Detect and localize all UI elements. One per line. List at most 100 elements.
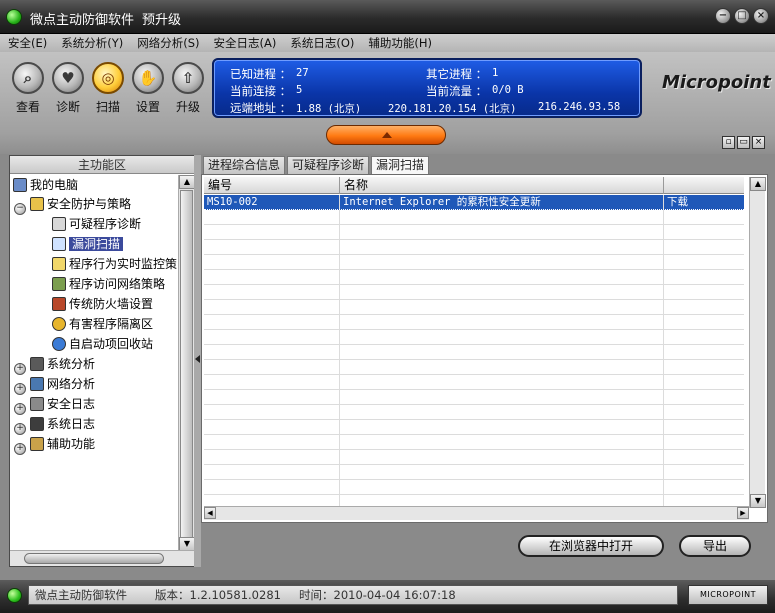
toolbar-settings-label: 设置 (135, 100, 160, 114)
tree-item-system-analysis[interactable]: + 系统分析 (14, 355, 95, 375)
collapse-left-icon[interactable] (195, 355, 200, 363)
column-name[interactable]: 名称 (340, 177, 664, 194)
toolbar-diagnose-button[interactable]: ♥ 诊断 (48, 62, 88, 115)
tree-scroll-thumb[interactable] (180, 190, 193, 540)
menu-system-log[interactable]: 系统日志(O) (290, 35, 354, 51)
tree-item-network-analysis[interactable]: + 网络分析 (14, 375, 95, 395)
status-version: 版本：1.2.10581.0281 (155, 588, 281, 602)
known-process-label: 已知进程 ： (230, 67, 292, 81)
remote-address-1: 1.88 (北京) (296, 103, 362, 115)
status-bar: 微点主动防御软件 版本：1.2.10581.0281 时间：2010-04-04… (0, 580, 775, 613)
menu-system-analysis[interactable]: 系统分析(Y) (61, 35, 123, 51)
other-process-value: 1 (492, 67, 499, 79)
micropoint-badge: MICROPOINT (688, 585, 768, 605)
tree-horizontal-scrollbar[interactable] (10, 550, 194, 566)
menu-security-log[interactable]: 安全日志(A) (214, 35, 277, 51)
other-process-label: 其它进程 ： (426, 67, 488, 81)
scan-icon: ◎ (92, 62, 124, 94)
tree-item-security-policy[interactable]: − 安全防护与策略 (14, 195, 131, 215)
toolbar-settings-button[interactable]: ✋ 设置 (128, 62, 168, 115)
menu-security[interactable]: 安全(E) (8, 35, 47, 51)
scroll-up-icon[interactable]: ▲ (179, 175, 195, 189)
scroll-down-icon[interactable]: ▼ (179, 537, 195, 551)
tree-vertical-scrollbar[interactable]: ▲ ▼ (178, 175, 195, 551)
expand-icon[interactable]: + (14, 383, 26, 395)
tab-process-info[interactable]: 进程综合信息 (203, 156, 286, 174)
expand-icon[interactable]: + (14, 443, 26, 455)
content-tabs: 进程综合信息 可疑程序诊断 漏洞扫描 (203, 156, 430, 175)
table-row (204, 360, 744, 375)
network-analysis-icon (30, 377, 44, 391)
table-row (204, 225, 744, 240)
grid-scroll-left-icon[interactable]: ◀ (204, 507, 216, 519)
status-info: 微点主动防御软件 版本：1.2.10581.0281 时间：2010-04-04… (28, 585, 678, 605)
column-id[interactable]: 编号 (204, 177, 340, 194)
tree-item-helper[interactable]: + 辅助功能 (14, 435, 95, 455)
tree-item-vulnerability-scan[interactable]: 漏洞扫描 (52, 235, 124, 253)
tree-item-firewall[interactable]: 传统防火墙设置 (52, 295, 153, 313)
expand-icon[interactable]: + (14, 403, 26, 415)
open-in-browser-button[interactable]: 在浏览器中打开 (518, 535, 664, 557)
expand-panel-button[interactable] (326, 125, 446, 145)
tree-item-system-log[interactable]: + 系统日志 (14, 415, 95, 435)
panel-close-icon[interactable]: × (752, 136, 765, 149)
table-row (204, 390, 744, 405)
collapse-icon[interactable]: − (14, 203, 26, 215)
menu-helper[interactable]: 辅助功能(H) (368, 35, 432, 51)
panel-splitter[interactable] (194, 155, 201, 567)
restore-icon[interactable]: □ (734, 8, 750, 24)
status-icon (7, 588, 22, 603)
tab-vulnerability-scan[interactable]: 漏洞扫描 (371, 156, 430, 175)
table-row (204, 480, 744, 495)
minimize-icon[interactable]: − (715, 8, 731, 24)
upgrade-icon: ⇧ (172, 62, 204, 94)
export-button[interactable]: 导出 (679, 535, 751, 557)
tree-item-suspicious-diagnose[interactable]: 可疑程序诊断 (52, 215, 141, 233)
diagnose-icon (52, 217, 66, 231)
expand-icon[interactable]: + (14, 423, 26, 435)
status-time: 时间：2010-04-04 16:07:18 (299, 588, 456, 602)
toolbar-scan-button[interactable]: ◎ 扫描 (88, 62, 128, 115)
hand-icon: ✋ (132, 62, 164, 94)
micropoint-logo: Micropoint (662, 72, 771, 93)
traffic-label: 当前流量 ： (426, 84, 488, 98)
connections-value: 5 (296, 84, 303, 96)
toolbar-diagnose-label: 诊断 (55, 100, 80, 114)
table-row (204, 315, 744, 330)
table-row (204, 420, 744, 435)
toolbar-upgrade-label: 升级 (175, 100, 200, 114)
firewall-icon (52, 297, 66, 311)
panel-minimize-icon[interactable]: ▫ (722, 136, 735, 149)
tree-hscroll-thumb[interactable] (24, 553, 164, 564)
function-tree: 我的电脑 − 安全防护与策略 可疑程序诊断 漏洞扫描 程序行为实时监控策 程序访问… (10, 175, 178, 551)
panel-controls: ▫ ▭ × (722, 136, 765, 149)
window-controls: − □ × (715, 8, 769, 24)
tree-item-network-access-policy[interactable]: 程序访问网络策略 (52, 275, 165, 293)
grid-vertical-scrollbar[interactable]: ▲ ▼ (749, 177, 766, 508)
row-download-link[interactable]: 下载 (664, 195, 744, 209)
grid-scroll-right-icon[interactable]: ▶ (737, 507, 749, 519)
grid-scroll-down-icon[interactable]: ▼ (750, 494, 766, 508)
upgrade-link[interactable]: 预升级 (142, 9, 181, 28)
grid-scroll-up-icon[interactable]: ▲ (750, 177, 766, 191)
toolbar-upgrade-button[interactable]: ⇧ 升级 (168, 62, 208, 115)
toolbar-scan-label: 扫描 (95, 100, 120, 114)
tree-item-security-log[interactable]: + 安全日志 (14, 395, 95, 415)
tree-item-quarantine[interactable]: 有害程序隔离区 (52, 315, 153, 333)
tree-item-autostart-recycle[interactable]: 自启动项回收站 (52, 335, 153, 353)
grid-horizontal-scrollbar[interactable]: ◀ ▶ (204, 506, 749, 520)
table-row[interactable]: MS10-002 Internet Explorer 的累积性安全更新 下载 (204, 195, 744, 210)
menu-network-analysis[interactable]: 网络分析(S) (137, 35, 199, 51)
table-row (204, 375, 744, 390)
tree-item-behavior-monitor[interactable]: 程序行为实时监控策 (52, 255, 177, 273)
close-icon[interactable]: × (753, 8, 769, 24)
folder-icon (30, 197, 44, 211)
expand-icon[interactable]: + (14, 363, 26, 375)
table-row (204, 435, 744, 450)
system-analysis-icon (30, 357, 44, 371)
panel-restore-icon[interactable]: ▭ (737, 136, 750, 149)
toolbar-view-button[interactable]: ⌕ 查看 (8, 62, 48, 115)
tab-suspicious-diagnose[interactable]: 可疑程序诊断 (287, 156, 370, 174)
tree-item-my-computer[interactable]: 我的电脑 (13, 176, 78, 194)
column-action[interactable] (664, 177, 744, 194)
